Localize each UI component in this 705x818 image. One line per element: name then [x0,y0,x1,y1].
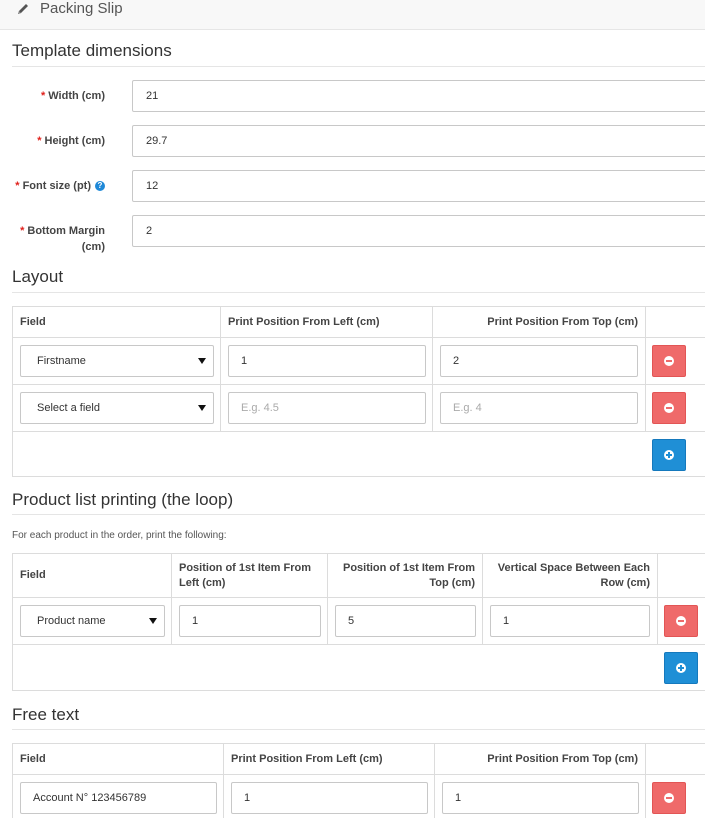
top-position-input[interactable]: 1 [442,782,639,814]
plus-circle-icon [676,663,686,673]
left-position-input[interactable]: E.g. 4.5 [228,392,426,424]
minus-circle-icon [664,356,674,366]
caret-down-icon [149,618,157,624]
column-header-left: Print Position From Left (cm) [224,744,435,774]
product-loop-table: Field Position of 1st Item From Left (cm… [12,553,705,691]
font-size-label: * Font size (pt)? [15,178,105,194]
width-input[interactable]: 21 [132,80,705,112]
column-header-field: Field [13,554,172,597]
column-header-left: Position of 1st Item From Left (cm) [172,554,328,597]
minus-circle-icon [676,616,686,626]
column-header-field: Field [13,307,221,337]
question-circle-icon[interactable]: ? [95,181,105,191]
table-row: Select a field E.g. 4.5 E.g. 4 [13,385,705,432]
section-divider [12,292,705,293]
height-label: * Height (cm) [37,135,105,147]
left-position-input[interactable]: 1 [231,782,428,814]
table-header-row: Field Position of 1st Item From Left (cm… [13,554,705,598]
caret-down-icon [198,358,206,364]
delete-row-button[interactable] [652,392,686,424]
width-label: * Width (cm) [40,90,105,102]
column-header-spacing: Vertical Space Between Each Row (cm) [483,554,658,597]
section-divider [12,729,705,730]
section-title-layout: Layout [12,267,64,286]
required-marker: * [20,225,25,237]
column-header-top: Print Position From Top (cm) [433,307,646,337]
left-position-input[interactable]: 1 [179,605,321,637]
height-input[interactable]: 29.7 [132,125,705,157]
required-marker: * [37,135,42,147]
pencil-icon [18,4,28,14]
delete-row-button[interactable] [652,782,686,814]
section-divider [12,514,705,515]
add-row-button[interactable] [652,439,686,471]
delete-row-button[interactable] [664,605,698,637]
add-row-button[interactable] [664,652,698,684]
bottom-margin-input[interactable]: 2 [132,215,705,247]
row-spacing-input[interactable]: 1 [490,605,650,637]
section-divider [12,66,705,67]
left-position-input[interactable]: 1 [228,345,426,377]
column-header-left: Print Position From Left (cm) [221,307,433,337]
field-select[interactable]: Product name [20,605,165,637]
top-position-input[interactable]: 5 [335,605,476,637]
free-text-input[interactable]: Account N° 123456789 [20,782,217,814]
section-title-free-text: Free text [12,705,80,724]
top-position-input[interactable]: E.g. 4 [440,392,638,424]
font-size-input[interactable]: 12 [132,170,705,202]
plus-circle-icon [664,450,674,460]
panel-heading: Packing Slip [0,0,705,30]
section-title-product-loop: Product list printing (the loop) [12,490,234,509]
minus-circle-icon [664,403,674,413]
section-title-template-dimensions: Template dimensions [12,41,172,60]
add-row-footer [13,645,705,692]
table-row: Account N° 123456789 1 1 [13,775,705,818]
table-row: Product name 1 5 1 [13,598,705,645]
column-header-top: Print Position From Top (cm) [435,744,646,774]
bottom-margin-label: * Bottom Margin (cm) [20,225,105,253]
required-marker: * [15,180,20,192]
table-row: Firstname 1 2 [13,338,705,385]
top-position-input[interactable]: 2 [440,345,638,377]
delete-row-button[interactable] [652,345,686,377]
free-text-table: Field Print Position From Left (cm) Prin… [12,743,705,818]
table-header-row: Field Print Position From Left (cm) Prin… [13,744,705,775]
column-header-field: Field [13,744,224,774]
required-marker: * [40,90,46,102]
column-header-top: Position of 1st Item From Top (cm) [328,554,483,597]
minus-circle-icon [664,793,674,803]
table-header-row: Field Print Position From Left (cm) Prin… [13,307,705,338]
layout-table: Field Print Position From Left (cm) Prin… [12,306,705,477]
field-select[interactable]: Select a field [20,392,214,424]
add-row-footer [13,432,705,478]
caret-down-icon [198,405,206,411]
product-loop-description: For each product in the order, print the… [12,530,227,541]
panel-title: Packing Slip [40,0,123,17]
field-select[interactable]: Firstname [20,345,214,377]
